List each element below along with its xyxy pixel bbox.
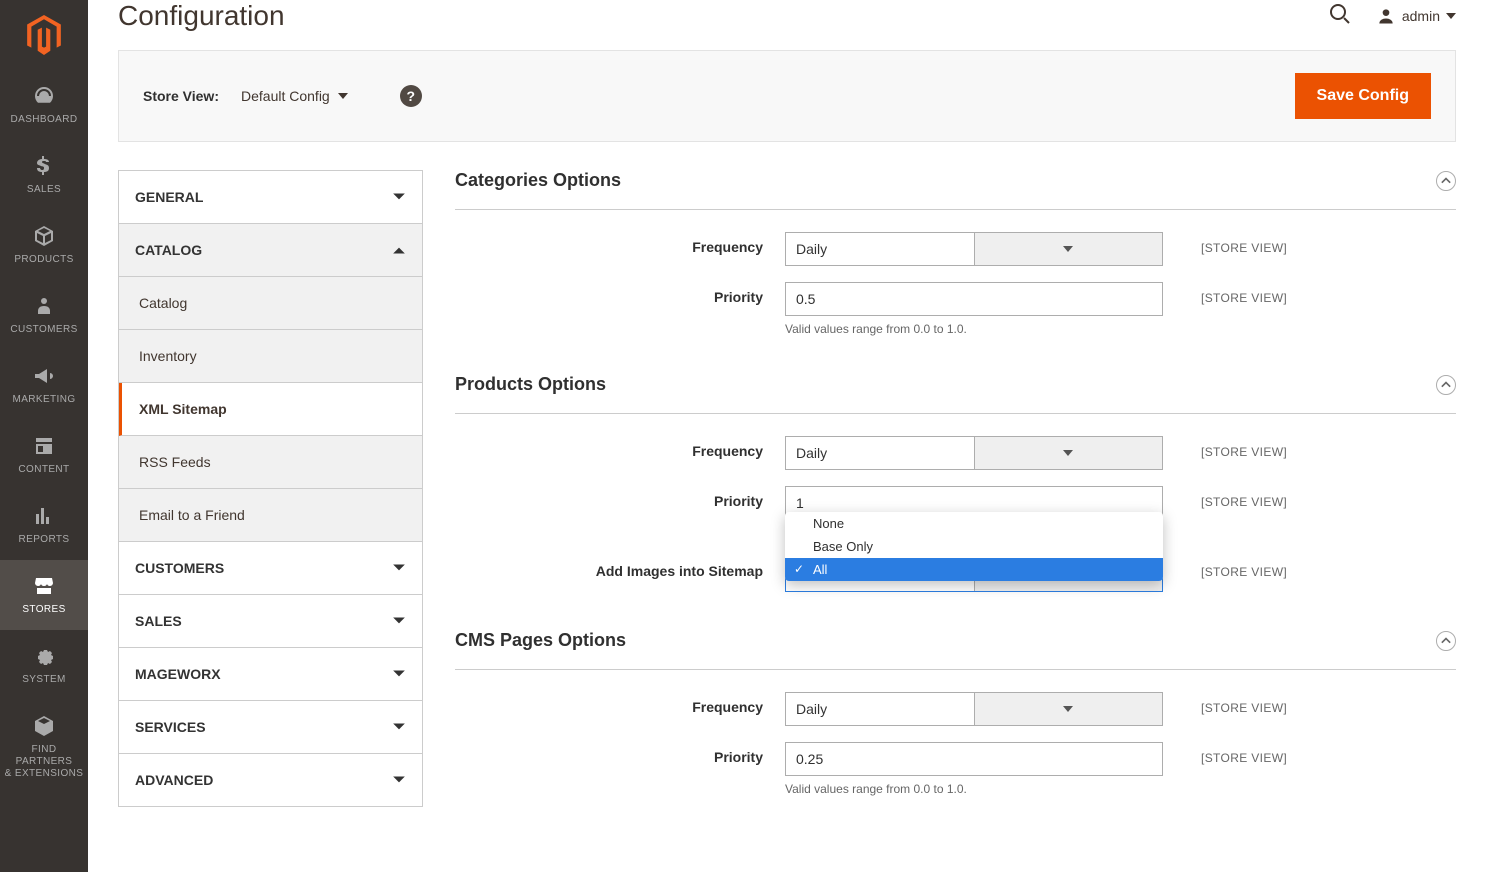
page-title: Configuration bbox=[118, 0, 285, 32]
collapse-icon bbox=[1436, 631, 1456, 651]
hint-priority: Valid values range from 0.0 to 1.0. bbox=[785, 322, 1163, 336]
scope-tag: [STORE VIEW] bbox=[1201, 486, 1287, 509]
subtab-inventory[interactable]: Inventory bbox=[119, 330, 422, 383]
subtab-catalog[interactable]: Catalog bbox=[119, 277, 422, 330]
dropdown-option-all[interactable]: All bbox=[785, 558, 1163, 581]
scope-tag: [STORE VIEW] bbox=[1201, 436, 1287, 459]
chevron-down-icon bbox=[392, 667, 406, 681]
search-icon[interactable] bbox=[1328, 2, 1352, 31]
panel-products-options: Products Options Frequency Daily [STORE … bbox=[455, 374, 1456, 592]
scope-tag: [STORE VIEW] bbox=[1201, 742, 1287, 765]
chevron-down-icon bbox=[392, 773, 406, 787]
label-categories-priority: Priority bbox=[455, 282, 785, 305]
chevron-down-icon bbox=[392, 614, 406, 628]
config-panels: Categories Options Frequency Daily [STOR… bbox=[455, 170, 1456, 834]
panel-header-products[interactable]: Products Options bbox=[455, 374, 1456, 414]
select-products-frequency[interactable]: Daily bbox=[785, 436, 1163, 470]
hint-priority: Valid values range from 0.0 to 1.0. bbox=[785, 782, 1163, 796]
nav-marketing[interactable]: MARKETING bbox=[0, 350, 88, 420]
subtab-email-friend[interactable]: Email to a Friend bbox=[119, 489, 422, 542]
config-tabs: GENERAL CATALOG Catalog Inventory XML Si… bbox=[118, 170, 423, 807]
nav-reports[interactable]: REPORTS bbox=[0, 490, 88, 560]
scope-tag: [STORE VIEW] bbox=[1201, 692, 1287, 715]
main-column: Configuration admin Store View: Default … bbox=[88, 0, 1486, 872]
tab-advanced[interactable]: ADVANCED bbox=[119, 754, 422, 806]
tab-catalog[interactable]: CATALOG bbox=[119, 224, 422, 277]
label-products-frequency: Frequency bbox=[455, 436, 785, 459]
label-categories-frequency: Frequency bbox=[455, 232, 785, 255]
chevron-down-icon bbox=[392, 720, 406, 734]
scope-toolbar: Store View: Default Config ? Save Config bbox=[118, 50, 1456, 142]
input-cms-priority[interactable] bbox=[785, 742, 1163, 776]
nav-products[interactable]: PRODUCTS bbox=[0, 210, 88, 280]
chevron-down-icon bbox=[392, 190, 406, 204]
caret-down-icon bbox=[974, 692, 1164, 726]
collapse-icon bbox=[1436, 171, 1456, 191]
magento-logo[interactable] bbox=[0, 0, 88, 70]
label-cms-priority: Priority bbox=[455, 742, 785, 765]
label-products-priority: Priority bbox=[455, 486, 785, 509]
scope-tag: [STORE VIEW] bbox=[1201, 282, 1287, 305]
scope-tag: [STORE VIEW] bbox=[1201, 232, 1287, 255]
nav-dashboard[interactable]: DASHBOARD bbox=[0, 70, 88, 140]
nav-sales[interactable]: SALES bbox=[0, 140, 88, 210]
scope-tag: [STORE VIEW] bbox=[1201, 556, 1287, 579]
admin-account-dropdown[interactable]: admin bbox=[1376, 6, 1456, 26]
dropdown-option-base-only[interactable]: Base Only bbox=[785, 535, 1163, 558]
caret-down-icon bbox=[338, 91, 348, 101]
panel-cms-options: CMS Pages Options Frequency Daily [STORE… bbox=[455, 630, 1456, 796]
nav-content[interactable]: CONTENT bbox=[0, 420, 88, 490]
tab-services[interactable]: SERVICES bbox=[119, 701, 422, 754]
input-categories-priority[interactable] bbox=[785, 282, 1163, 316]
nav-system[interactable]: SYSTEM bbox=[0, 630, 88, 700]
nav-stores[interactable]: STORES bbox=[0, 560, 88, 630]
nav-customers[interactable]: CUSTOMERS bbox=[0, 280, 88, 350]
admin-sidebar: DASHBOARD SALES PRODUCTS CUSTOMERS MARKE… bbox=[0, 0, 88, 872]
tab-catalog-subitems: Catalog Inventory XML Sitemap RSS Feeds … bbox=[119, 277, 422, 542]
subtab-xml-sitemap[interactable]: XML Sitemap bbox=[119, 383, 422, 436]
select-categories-frequency[interactable]: Daily bbox=[785, 232, 1163, 266]
dropdown-option-none[interactable]: None bbox=[785, 512, 1163, 535]
tab-general[interactable]: GENERAL bbox=[119, 171, 422, 224]
tab-customers[interactable]: CUSTOMERS bbox=[119, 542, 422, 595]
subtab-rss-feeds[interactable]: RSS Feeds bbox=[119, 436, 422, 489]
dropdown-products-images: None Base Only All bbox=[785, 512, 1163, 581]
page-header: Configuration admin bbox=[118, 0, 1456, 32]
user-icon bbox=[1376, 6, 1396, 26]
label-cms-frequency: Frequency bbox=[455, 692, 785, 715]
scope-switcher[interactable]: Default Config bbox=[241, 88, 348, 104]
panel-categories-options: Categories Options Frequency Daily [STOR… bbox=[455, 170, 1456, 336]
chevron-down-icon bbox=[392, 561, 406, 575]
save-config-button[interactable]: Save Config bbox=[1295, 73, 1431, 119]
caret-down-icon bbox=[974, 436, 1164, 470]
nav-partners[interactable]: FIND PARTNERS & EXTENSIONS bbox=[0, 700, 88, 794]
panel-header-cms[interactable]: CMS Pages Options bbox=[455, 630, 1456, 670]
select-cms-frequency[interactable]: Daily bbox=[785, 692, 1163, 726]
panel-header-categories[interactable]: Categories Options bbox=[455, 170, 1456, 210]
admin-label: admin bbox=[1402, 8, 1440, 24]
tab-sales[interactable]: SALES bbox=[119, 595, 422, 648]
caret-down-icon bbox=[974, 232, 1164, 266]
label-products-images: Add Images into Sitemap bbox=[455, 556, 785, 579]
scope-label: Store View: bbox=[143, 88, 219, 104]
chevron-up-icon bbox=[392, 243, 406, 257]
collapse-icon bbox=[1436, 375, 1456, 395]
tab-mageworx[interactable]: MAGEWORX bbox=[119, 648, 422, 701]
help-icon[interactable]: ? bbox=[400, 85, 422, 107]
caret-down-icon bbox=[1446, 11, 1456, 21]
